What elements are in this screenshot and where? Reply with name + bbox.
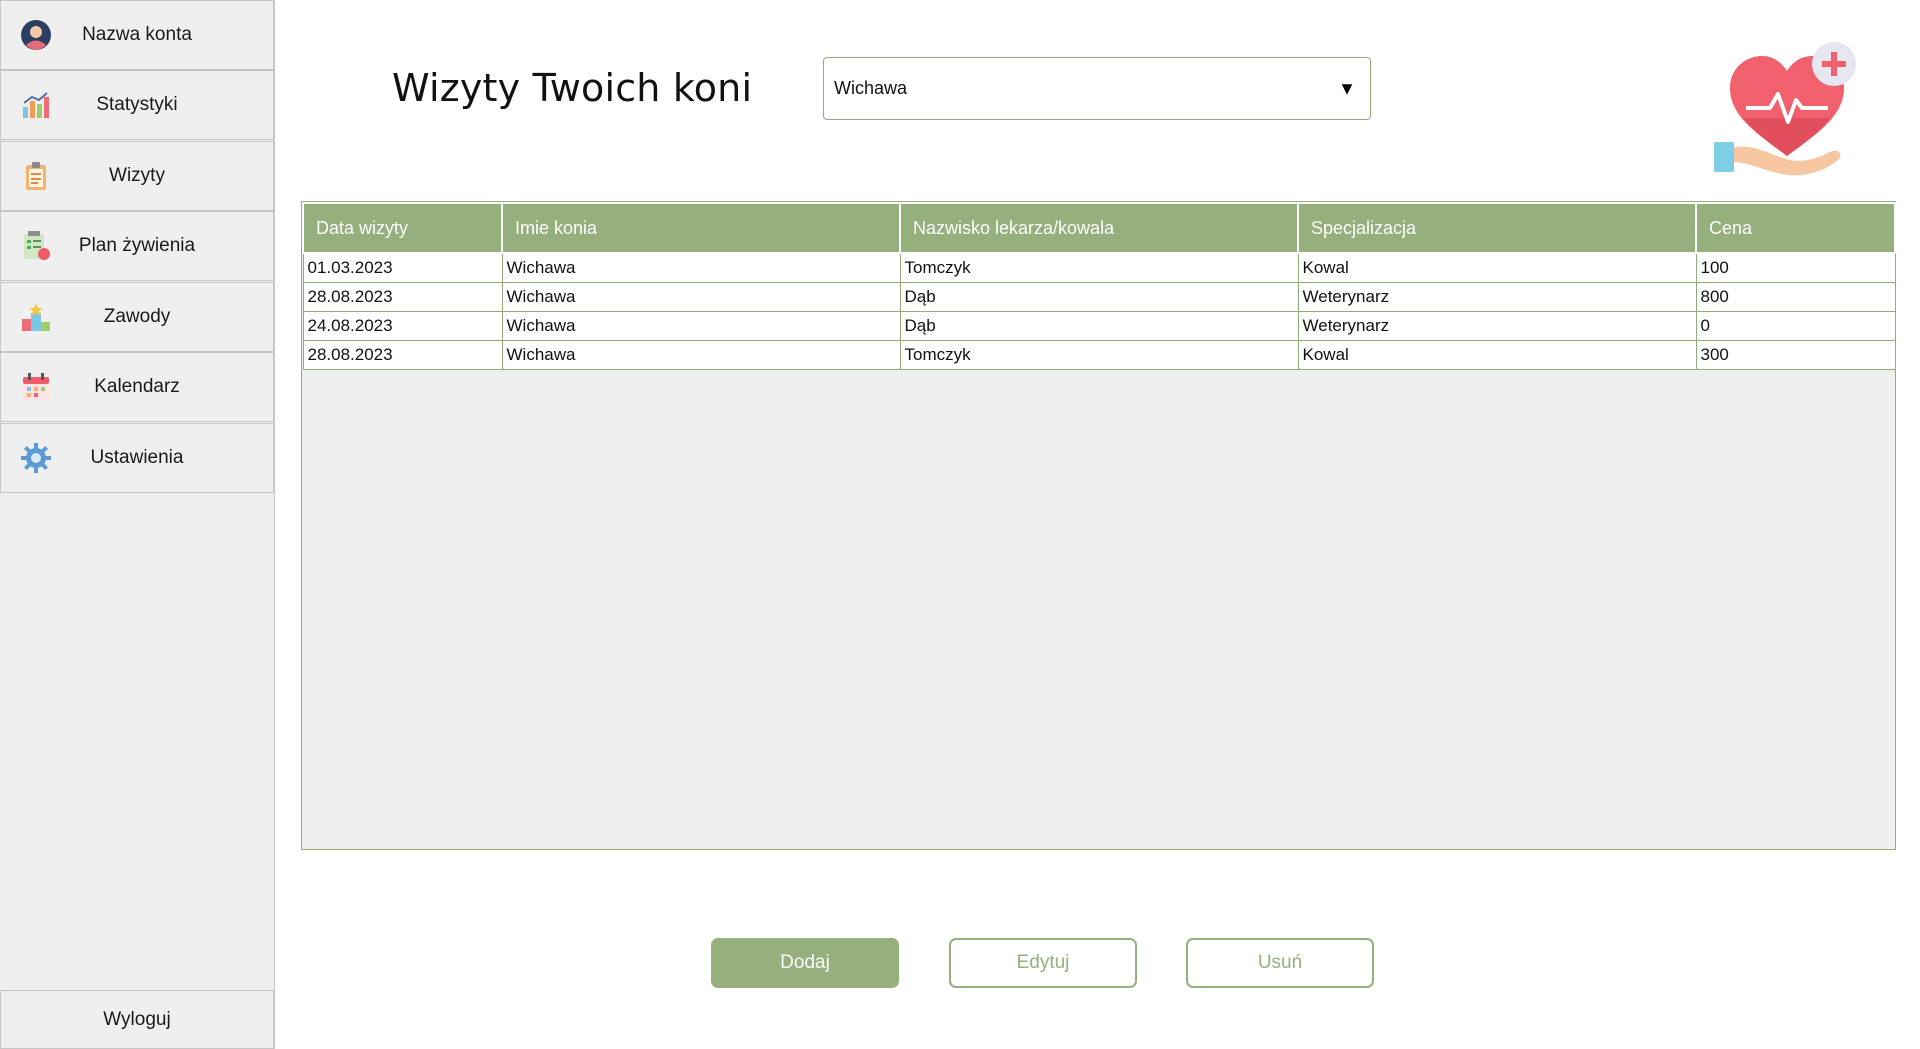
- sidebar-item-settings[interactable]: Ustawienia: [0, 423, 274, 493]
- visits-table: Data wizyty Imie konia Nazwisko lekarza/…: [302, 202, 1896, 370]
- table-cell: Wichawa: [501, 281, 901, 312]
- horse-select-value: Wichawa: [834, 78, 908, 98]
- sidebar-item-competitions[interactable]: Zawody: [0, 282, 274, 352]
- table-cell: 01.03.2023: [302, 252, 503, 283]
- gear-icon: [19, 441, 53, 475]
- sidebar-item-feeding-plan[interactable]: Plan żywienia: [0, 211, 274, 281]
- column-header[interactable]: Specjalizacja: [1297, 202, 1697, 254]
- table-cell: Tomczyk: [899, 339, 1299, 370]
- page-title: Wizyty Twoich koni: [392, 66, 753, 110]
- table-row[interactable]: 28.08.2023 Wichawa Dąb Weterynarz 800: [302, 281, 1896, 312]
- table-cell: Dąb: [899, 281, 1299, 312]
- table-row[interactable]: 24.08.2023 Wichawa Dąb Weterynarz 0: [302, 310, 1896, 341]
- sidebar-item-stats[interactable]: Statystyki: [0, 70, 274, 140]
- table-cell: Kowal: [1297, 339, 1697, 370]
- sidebar: Nazwa konta Statystyki Wizyty Plan żywie…: [0, 0, 275, 1049]
- table-cell: Wichawa: [501, 339, 901, 370]
- table-cell: Tomczyk: [899, 252, 1299, 283]
- calendar-icon: [19, 370, 53, 404]
- table-cell: 100: [1695, 252, 1896, 283]
- table-cell: Weterynarz: [1297, 310, 1697, 341]
- meal-plan-icon: [19, 229, 53, 263]
- table-cell: 28.08.2023: [302, 339, 503, 370]
- bar-chart-icon: [19, 88, 53, 122]
- table-row[interactable]: 01.03.2023 Wichawa Tomczyk Kowal 100: [302, 252, 1896, 283]
- table-cell: 28.08.2023: [302, 281, 503, 312]
- podium-icon: [19, 300, 53, 334]
- column-header[interactable]: Data wizyty: [302, 202, 503, 254]
- table-cell: Dąb: [899, 310, 1299, 341]
- sidebar-item-calendar[interactable]: Kalendarz: [0, 352, 274, 422]
- edit-visit-button[interactable]: Edytuj: [949, 938, 1137, 988]
- table-cell: 300: [1695, 339, 1896, 370]
- column-header[interactable]: Imie konia: [501, 202, 901, 254]
- table-header-row: Data wizyty Imie konia Nazwisko lekarza/…: [302, 202, 1896, 254]
- add-visit-button[interactable]: Dodaj: [711, 938, 899, 988]
- column-header[interactable]: Cena: [1695, 202, 1896, 254]
- clipboard-icon: [19, 159, 53, 193]
- table-cell: 800: [1695, 281, 1896, 312]
- user-avatar-icon: [19, 18, 53, 52]
- table-cell: 24.08.2023: [302, 310, 503, 341]
- table-row[interactable]: 28.08.2023 Wichawa Tomczyk Kowal 300: [302, 339, 1896, 370]
- sidebar-item-account[interactable]: Nazwa konta: [0, 0, 274, 70]
- horse-select[interactable]: Wichawa ▼: [823, 57, 1371, 120]
- column-header[interactable]: Nazwisko lekarza/kowala: [899, 202, 1299, 254]
- horse-health-heart-icon: [1712, 38, 1862, 180]
- delete-visit-button[interactable]: Usuń: [1186, 938, 1374, 988]
- sidebar-item-visits[interactable]: Wizyty: [0, 141, 274, 211]
- table-cell: Wichawa: [501, 252, 901, 283]
- logout-label: Wyloguj: [103, 1008, 171, 1030]
- visits-table-container: Data wizyty Imie konia Nazwisko lekarza/…: [301, 201, 1896, 850]
- table-cell: Wichawa: [501, 310, 901, 341]
- table-cell: Weterynarz: [1297, 281, 1697, 312]
- dropdown-arrow-icon: ▼: [1338, 78, 1356, 98]
- logout-button[interactable]: Wyloguj: [0, 990, 274, 1049]
- table-cell: 0: [1695, 310, 1896, 341]
- table-cell: Kowal: [1297, 252, 1697, 283]
